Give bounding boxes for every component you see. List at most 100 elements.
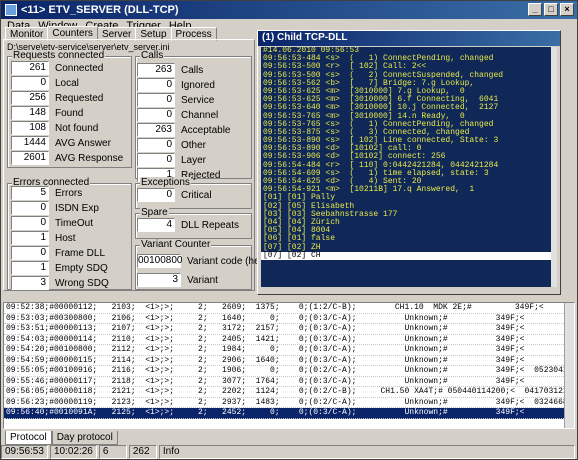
spare-value: 4 xyxy=(137,218,175,232)
err-errors-value: 5 xyxy=(11,186,49,200)
protocol-log-grid[interactable]: 09:52:38;#00000112; 2103; <1>;>; 2; 2609… xyxy=(3,302,575,429)
calls-row-channel: 0 Channel xyxy=(137,108,218,122)
calls-title: Calls xyxy=(140,50,165,61)
err-row-wrongsdq: 3 Wrong SDQ xyxy=(11,276,109,290)
calls-ignored-label: Ignored xyxy=(181,79,215,91)
calls-ignored-value: 0 xyxy=(137,78,175,92)
log-row[interactable]: 09:52:38;#00000112; 2103; <1>;>; 2; 2609… xyxy=(4,303,574,314)
exceptions-title: Exceptions xyxy=(140,177,191,188)
log-row[interactable]: 09:56:05;#00000118; 2121; <1>;>; 2; 2202… xyxy=(4,387,574,398)
req-row-avgresponse: 2601 AVG Response xyxy=(11,151,123,165)
child-console-scrollbar[interactable] xyxy=(551,47,557,287)
log-row[interactable]: 09:55:46;#00000117; 2118; <1>;>; 2; 3077… xyxy=(4,377,574,387)
req-found-label: Found xyxy=(55,107,84,119)
err-timeout-label: TimeOut xyxy=(55,217,93,229)
maximize-button[interactable]: □ xyxy=(544,3,558,16)
calls-row-service: 0 Service xyxy=(137,93,214,107)
req-connected-value: 261 xyxy=(11,61,49,75)
err-timeout-value: 0 xyxy=(11,216,49,230)
err-wrongsdq-value: 3 xyxy=(11,276,49,290)
req-avganswer-label: AVG Answer xyxy=(55,137,111,149)
req-requested-value: 256 xyxy=(11,91,49,105)
req-row-requested: 256 Requested xyxy=(11,91,103,105)
app-icon xyxy=(5,4,17,16)
calls-acceptable-value: 263 xyxy=(137,123,175,137)
req-row-avganswer: 1444 AVG Answer xyxy=(11,136,111,150)
log-row[interactable]: 09:56:23;#00000119; 2123; <1>;>; 2; 2937… xyxy=(4,398,574,408)
req-avgresponse-label: AVG Response xyxy=(55,152,124,164)
calls-channel-value: 0 xyxy=(137,108,175,122)
calls-other-label: Other xyxy=(181,139,207,151)
req-local-label: Local xyxy=(55,77,79,89)
spare-title: Spare xyxy=(140,207,169,218)
err-host-value: 1 xyxy=(11,231,49,245)
calls-service-label: Service xyxy=(181,94,215,106)
err-errors-label: Errors xyxy=(55,187,83,199)
status-count-a: 6 xyxy=(98,445,127,459)
status-count-b: 262 xyxy=(128,445,157,459)
log-vertical-scrollbar[interactable] xyxy=(564,303,574,428)
main-window: <11> ETV_SERVER (DLL-TCP) _ □ × Data Win… xyxy=(0,0,578,460)
log-row[interactable]: 09:54:03;#00000114; 2110; <1>;>; 2; 2405… xyxy=(4,335,574,345)
err-host-label: Host xyxy=(55,232,76,244)
err-row-timeout: 0 TimeOut xyxy=(11,216,93,230)
req-connected-label: Connected xyxy=(55,62,104,74)
calls-channel-label: Channel xyxy=(181,109,219,121)
variant-row-code: 00100800 Variant code (hex) xyxy=(137,254,268,268)
child-console-output[interactable]: #14.06.2010 09:56:53 09:56:53-484 <s> ( 1… xyxy=(261,47,553,287)
variant-code-label: Variant code (hex) xyxy=(187,255,268,267)
req-row-notfound: 108 Not found xyxy=(11,121,98,135)
child-window-title[interactable]: (1) Child TCP-DLL xyxy=(258,31,560,46)
variant-label: Variant xyxy=(187,274,218,286)
req-row-found: 148 Found xyxy=(11,106,83,120)
req-avganswer-value: 1444 xyxy=(11,136,49,150)
calls-layer-value: 0 xyxy=(137,153,175,167)
log-row[interactable]: 09:53:03;#00300800; 2106; <1>;>; 2; 1640… xyxy=(4,314,574,324)
variant-row-variant: 3 Variant xyxy=(137,273,218,287)
exc-critical-label: Critical xyxy=(181,189,212,201)
status-info: Info xyxy=(158,445,575,459)
err-row-emptysdq: 1 Empty SDQ xyxy=(11,261,108,275)
err-row-host: 1 Host xyxy=(11,231,76,245)
calls-acceptable-label: Acceptable xyxy=(181,124,231,136)
calls-row-acceptable: 263 Acceptable xyxy=(137,123,230,137)
calls-calls-value: 263 xyxy=(137,63,175,77)
status-time-start: 09:56:53 xyxy=(1,445,48,459)
log-row[interactable]: 09:54:59;#00000115; 2114; <1>;>; 2; 2906… xyxy=(4,356,574,366)
req-notfound-label: Not found xyxy=(55,122,99,134)
window-title: <11> ETV_SERVER (DLL-TCP) xyxy=(21,4,179,16)
exc-critical-value: 0 xyxy=(137,188,175,202)
tab-day-protocol[interactable]: Day protocol xyxy=(51,431,118,445)
err-emptysdq-value: 1 xyxy=(11,261,49,275)
variant-title: Variant Counter xyxy=(140,239,212,250)
variant-value: 3 xyxy=(137,273,181,287)
tab-protocol[interactable]: Protocol xyxy=(5,431,52,445)
req-local-value: 0 xyxy=(11,76,49,90)
spare-label: DLL Repeats xyxy=(181,219,239,231)
calls-calls-label: Calls xyxy=(181,64,204,76)
variant-code-value: 00100800 xyxy=(137,254,183,268)
calls-service-value: 0 xyxy=(137,93,175,107)
exc-row-critical: 0 Critical xyxy=(137,188,212,202)
title-bar[interactable]: <11> ETV_SERVER (DLL-TCP) _ □ × xyxy=(1,1,577,19)
req-row-connected: 261 Connected xyxy=(11,61,103,75)
err-isdn-label: ISDN Exp xyxy=(55,202,99,214)
err-wrongsdq-label: Wrong SDQ xyxy=(55,277,109,289)
err-row-isdn: 0 ISDN Exp xyxy=(11,201,99,215)
calls-row-ignored: 0 Ignored xyxy=(137,78,215,92)
calls-row-layer: 0 Layer xyxy=(137,153,206,167)
req-row-local: 0 Local xyxy=(11,76,79,90)
req-requested-label: Requested xyxy=(55,92,104,104)
log-row[interactable]: 09:56:40;#0010091A; 2125; <1>;>; 2; 2452… xyxy=(4,408,574,419)
err-framedll-label: Frame DLL xyxy=(55,247,106,259)
err-row-errors: 5 Errors xyxy=(11,186,82,200)
req-notfound-value: 108 xyxy=(11,121,49,135)
log-row[interactable]: 09:55:05;#00100916; 2116; <1>;>; 2; 1906… xyxy=(4,366,574,377)
err-framedll-value: 0 xyxy=(11,246,49,260)
minimize-button[interactable]: _ xyxy=(528,3,542,16)
close-button[interactable]: × xyxy=(560,3,574,16)
child-tcp-dll-window[interactable]: (1) Child TCP-DLL #14.06.2010 09:56:53 09… xyxy=(257,30,561,295)
log-row[interactable]: 09:54:20;#00100800; 2112; <1>;>; 2; 1984… xyxy=(4,345,574,356)
log-row[interactable]: 09:53:51;#00000113; 2107; <1>;>; 2; 3172… xyxy=(4,324,574,335)
req-found-value: 148 xyxy=(11,106,49,120)
